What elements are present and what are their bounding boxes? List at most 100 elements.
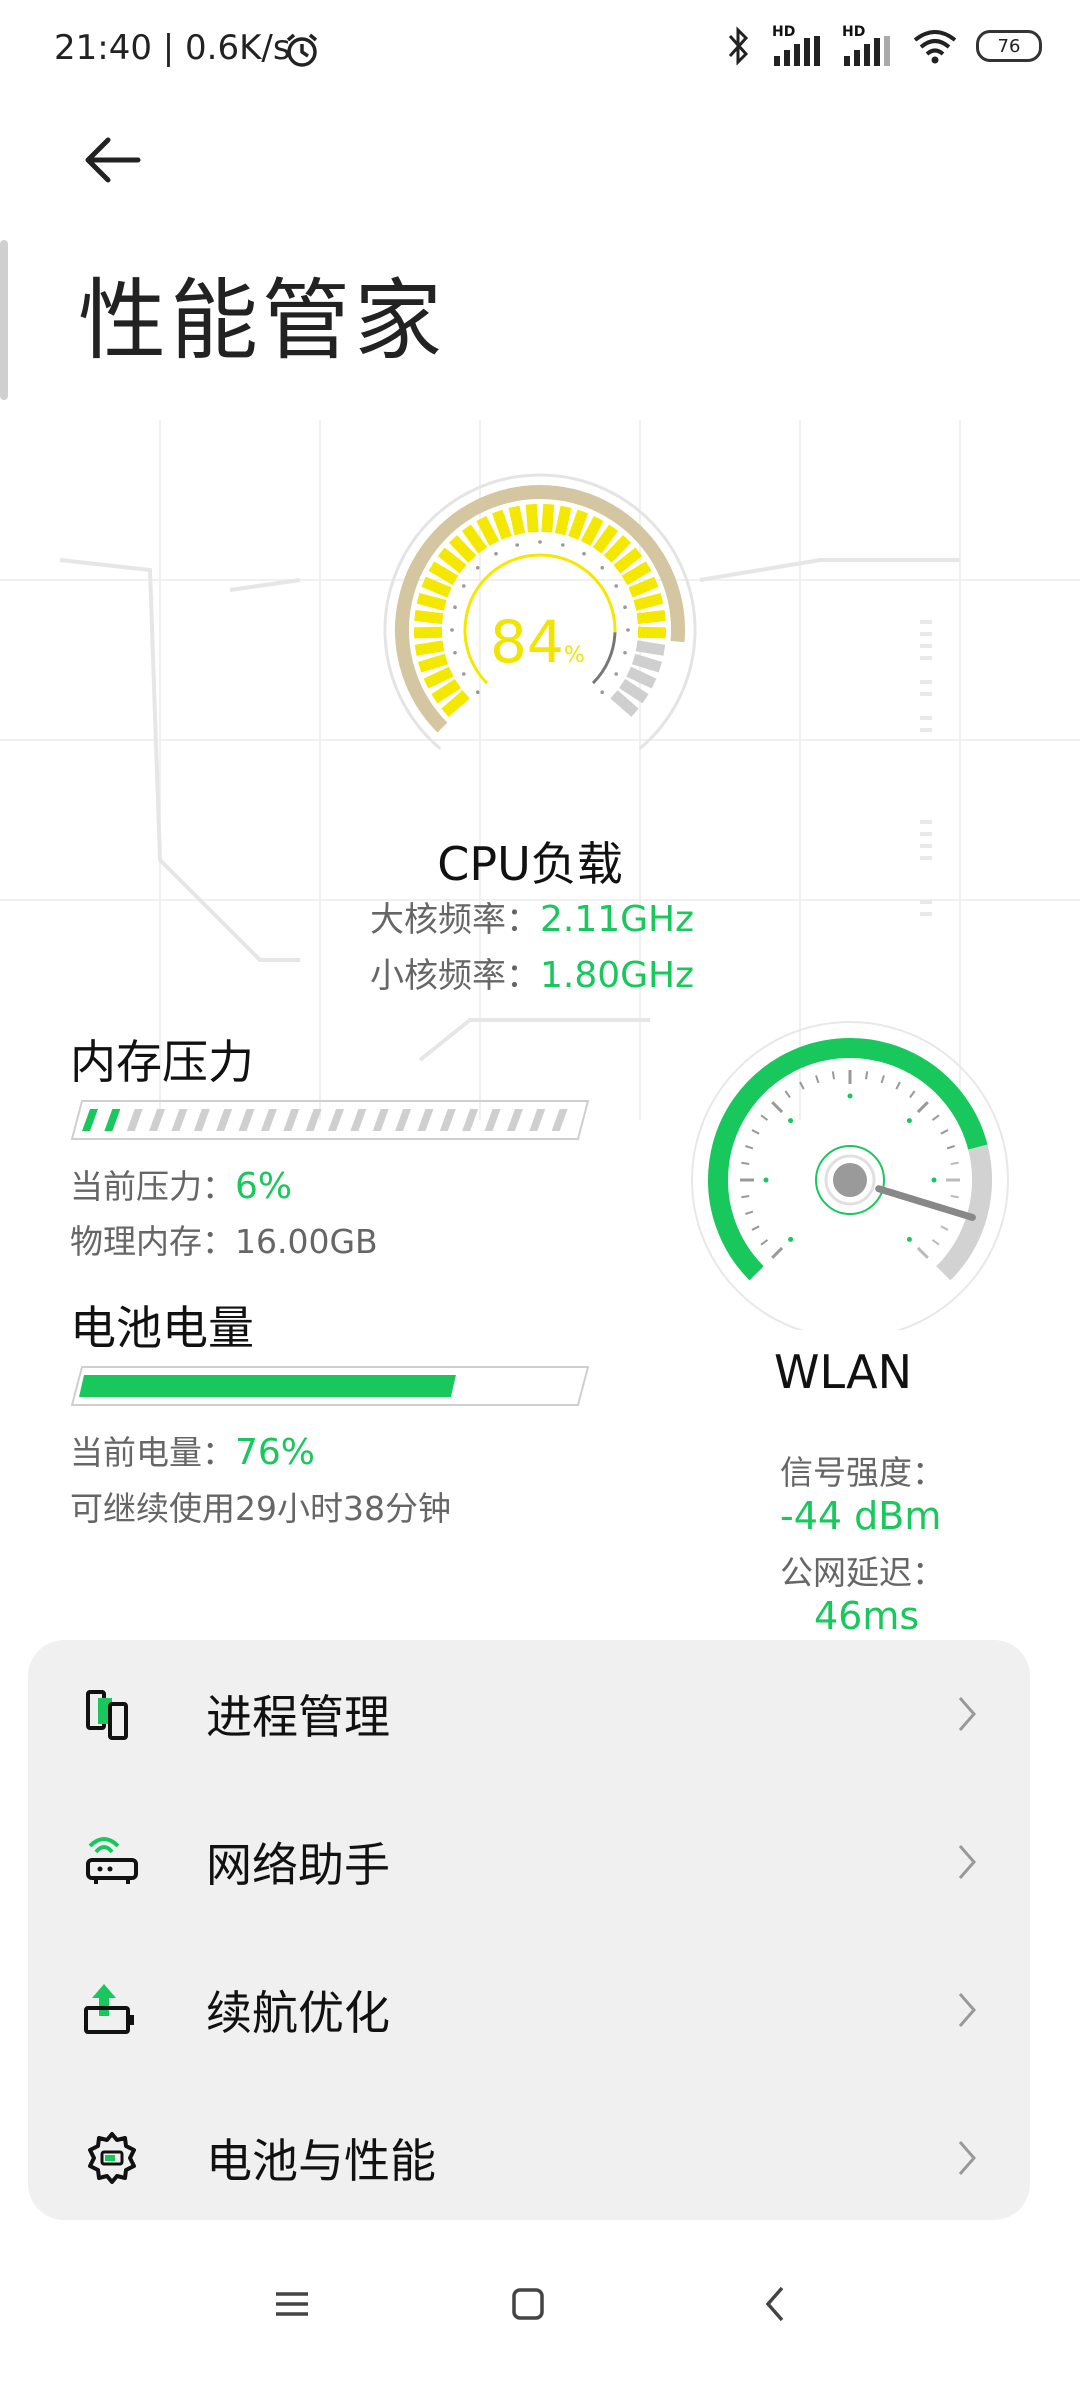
cpu-gauge-segment xyxy=(431,678,461,704)
bar-stripe xyxy=(506,1109,523,1131)
bar-fill xyxy=(79,1375,456,1397)
cpu-gauge-segment xyxy=(441,690,470,717)
back-chevron-icon[interactable] xyxy=(756,2284,796,2324)
cpu-gauge-segment xyxy=(492,509,512,540)
bar-stripe xyxy=(305,1109,322,1131)
wlan-tick xyxy=(940,1129,949,1135)
wlan-tick xyxy=(745,1145,754,1150)
battery-boost-icon xyxy=(84,1984,134,2034)
cpu-gauge-segment xyxy=(619,678,649,704)
wlan-tick xyxy=(909,1090,916,1099)
cpu-gauge-segment xyxy=(613,547,643,574)
bar-stripe xyxy=(439,1109,456,1131)
bar-stripe xyxy=(529,1109,546,1131)
cpu-gauge-dot xyxy=(494,551,498,556)
tools-menu: 进程管理 网络助手 续航优化 电池与性能 xyxy=(28,1640,1030,2220)
cpu-gauge-segment xyxy=(568,509,588,540)
cpu-load-title: CPU负载 xyxy=(437,837,623,891)
cpu-gauge-dot xyxy=(515,543,520,547)
big-core-label: 大核频率： xyxy=(370,900,540,940)
bar-frame xyxy=(70,1100,590,1140)
memory-pressure-label: 当前压力： xyxy=(70,1167,235,1206)
wlan-tick xyxy=(931,1239,940,1246)
bar-stripe xyxy=(462,1109,479,1131)
wlan-tick xyxy=(745,1210,754,1215)
cpu-gauge-segment xyxy=(414,640,445,656)
cpu-gauge-dot xyxy=(626,628,630,632)
menu-item-battery-performance[interactable]: 电池与性能 xyxy=(28,2084,1030,2232)
wlan-tick xyxy=(741,1161,750,1166)
chevron-right-icon xyxy=(958,1697,976,1731)
cpu-gauge-segment xyxy=(418,653,449,673)
small-core-label: 小核频率： xyxy=(370,956,540,996)
cpu-gauge-segment xyxy=(508,505,526,536)
battery-level-bar xyxy=(70,1366,590,1406)
cpu-gauge-segment xyxy=(603,535,631,563)
menu-item-label: 电池与性能 xyxy=(206,2134,436,2188)
cpu-gauge-dot xyxy=(600,690,605,695)
wlan-tick xyxy=(916,1246,929,1259)
wlan-tick xyxy=(771,1246,784,1259)
menu-lines-icon[interactable] xyxy=(272,2284,312,2324)
home-square-icon[interactable] xyxy=(508,2284,548,2324)
cpu-gauge-segment xyxy=(461,524,488,554)
cpu-gauge-segment xyxy=(423,666,454,689)
bar-stripe xyxy=(484,1109,501,1131)
battery-remaining: 可继续使用29小时38分钟 xyxy=(70,1489,451,1528)
page-title: 性能管家 xyxy=(78,269,447,372)
wlan-tick xyxy=(916,1101,929,1114)
cpu-gauge-segment xyxy=(580,515,604,546)
alarm-icon xyxy=(286,33,318,67)
cpu-gauge-dot xyxy=(560,543,565,547)
cpu-gauge-segment xyxy=(626,666,657,689)
chevron-right-icon xyxy=(958,1845,976,1879)
cell-signal-2-icon: HD xyxy=(842,24,894,66)
cpu-gauge-dot xyxy=(453,650,457,655)
cpu-gauge-segment xyxy=(421,576,452,598)
battery-level: 当前电量：76% xyxy=(70,1426,315,1474)
menu-item-label: 进程管理 xyxy=(206,1690,390,1744)
bluetooth-icon xyxy=(728,26,749,66)
wlan-dot xyxy=(788,1118,794,1124)
menu-item-process-management[interactable]: 进程管理 xyxy=(28,1640,1030,1788)
cpu-gauge-dot xyxy=(614,584,619,588)
wlan-tick xyxy=(895,1081,901,1090)
wlan-signal-value: -44 dBm xyxy=(780,1494,942,1538)
cpu-gauge-dot xyxy=(475,690,480,695)
back-arrow-icon[interactable] xyxy=(78,130,148,190)
cpu-gauge-segment xyxy=(525,503,539,533)
cpu-inner-arc-rest xyxy=(591,632,617,685)
wlan-tick xyxy=(950,1194,959,1199)
bar-stripe xyxy=(238,1109,255,1131)
wlan-tick xyxy=(751,1225,760,1231)
wifi-icon xyxy=(913,30,957,64)
wlan-tick xyxy=(880,1075,885,1084)
battery-level-label: 当前电量： xyxy=(70,1433,235,1472)
status-icons: HD HD 76 xyxy=(722,24,1042,66)
wlan-latency-value: 46ms xyxy=(814,1594,920,1638)
menu-item-label: 网络助手 xyxy=(206,1838,390,1892)
wlan-dot xyxy=(931,1177,937,1183)
menu-item-endurance-optimization[interactable]: 续航优化 xyxy=(28,1936,1030,2084)
cpu-gauge-dot xyxy=(538,540,542,544)
battery-title: 电池电量 xyxy=(70,1301,254,1355)
bar-stripe xyxy=(193,1109,210,1131)
physical-memory-value: 16.00GB xyxy=(235,1222,378,1261)
cpu-gauge-segment xyxy=(413,626,443,639)
big-core-frequency: 大核频率：2.11GHz xyxy=(370,892,694,941)
cpu-gauge-segment xyxy=(414,610,444,625)
cpu-gauge-dot xyxy=(475,565,480,570)
wlan-tick xyxy=(815,1075,820,1084)
cpu-gauge-dot xyxy=(461,584,466,588)
bar-stripe xyxy=(216,1109,233,1131)
wlan-dot xyxy=(763,1177,769,1183)
cpu-gauge-dot xyxy=(614,672,619,676)
cpu-gauge-dot xyxy=(623,650,627,655)
bar-stripe xyxy=(260,1109,277,1131)
cpu-gauge-segment xyxy=(416,593,447,611)
menu-item-network-assistant[interactable]: 网络助手 xyxy=(28,1788,1030,1936)
cpu-gauge-segment xyxy=(635,640,666,656)
router-icon xyxy=(86,1837,138,1884)
wlan-dot xyxy=(847,1093,853,1099)
cell-signal-1-icon: HD xyxy=(772,24,824,66)
